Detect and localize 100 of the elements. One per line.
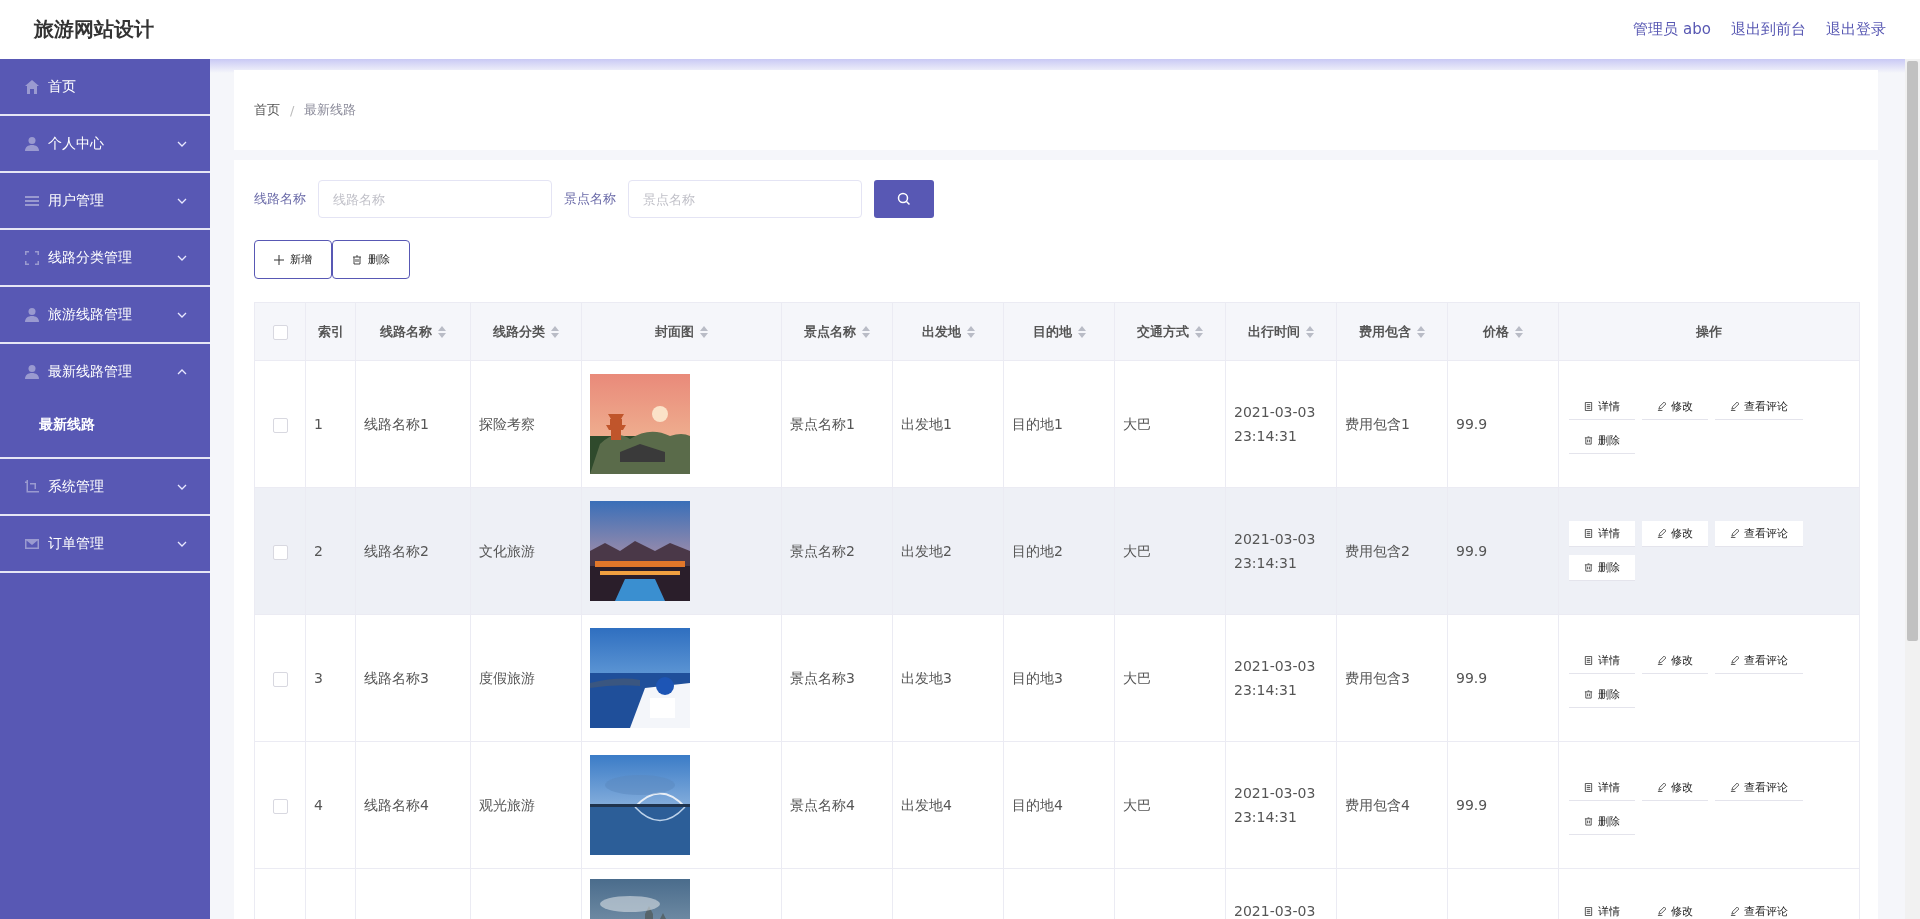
pencil-icon [1730, 402, 1739, 411]
column-header: 出发地 [921, 322, 961, 341]
sort-icon[interactable] [1417, 325, 1425, 338]
pencil-icon [1657, 656, 1666, 665]
table-cell: 探险考察 [479, 416, 535, 432]
search-button[interactable] [874, 180, 934, 218]
table-cell: 出发地4 [901, 797, 952, 813]
table-cell: 99.9 [1456, 416, 1488, 432]
table-cell: 观光旅游 [479, 797, 535, 813]
document-icon [1584, 402, 1593, 411]
document-icon [1584, 783, 1593, 792]
pencil-icon [1657, 783, 1666, 792]
table-cell: 目的地2 [1012, 543, 1063, 559]
sidebar-item[interactable]: 首页 [0, 59, 210, 114]
table-cell: 2021-03-03 23:14:31 [1234, 658, 1316, 698]
search-icon [897, 192, 911, 206]
table-cell: 99.9 [1456, 797, 1488, 813]
column-header: 索引 [317, 322, 344, 341]
table-cell: 2021-03-03 23:14:31 [1234, 404, 1316, 444]
column-header: 费用包含 [1359, 322, 1411, 341]
pencil-icon [1657, 907, 1666, 916]
checkbox[interactable] [272, 798, 288, 814]
pencil-icon [1730, 907, 1739, 916]
trash-icon [1584, 817, 1593, 826]
breadcrumb-link[interactable]: 最新线路 [304, 101, 357, 119]
column-header: 交通方式 [1137, 322, 1189, 341]
sidebar-item[interactable]: 系统管理 [0, 459, 210, 514]
sort-icon[interactable] [700, 325, 708, 338]
checkbox[interactable] [272, 671, 288, 687]
frame-icon [24, 249, 40, 266]
breadcrumb-link[interactable]: 首页 [254, 101, 280, 119]
column-header: 价格 [1483, 322, 1509, 341]
table-cell: 费用包含4 [1345, 797, 1410, 813]
sort-icon[interactable] [1515, 325, 1523, 338]
trash-icon [1584, 563, 1593, 572]
table-cell: 2 [314, 543, 323, 559]
pencil-icon [1730, 656, 1739, 665]
sort-icon[interactable] [966, 325, 975, 338]
search-field[interactable]: 景点名称 [628, 180, 862, 218]
sort-icon[interactable] [1306, 325, 1314, 338]
header-link[interactable]: 退出到前台 [1731, 20, 1806, 39]
delete-button[interactable]: 删除 [1569, 555, 1635, 581]
table-cell: 出发地2 [901, 543, 952, 559]
table-cell: 线路名称4 [364, 797, 429, 813]
sort-icon[interactable] [551, 325, 559, 338]
sort-icon[interactable] [1195, 325, 1203, 338]
table-cell: 出发地1 [901, 416, 952, 432]
table-cell: 99.9 [1456, 670, 1488, 686]
table-cell: 费用包含2 [1345, 543, 1410, 559]
edit-button[interactable]: 查看评论 [1715, 521, 1803, 547]
sort-icon[interactable] [1077, 325, 1086, 338]
sidebar-item[interactable]: 用户管理 [0, 173, 210, 228]
table-cell: 出发地3 [901, 670, 952, 686]
pencil-icon [1730, 783, 1739, 792]
search-field[interactable]: 线路名称 [318, 180, 552, 218]
header-link[interactable]: 管理员 abo [1633, 20, 1711, 39]
plus-icon [274, 254, 284, 265]
delete-button[interactable]: 删除 [332, 240, 410, 279]
edit-button[interactable]: 修改 [1642, 521, 1708, 547]
table-cell: 1 [314, 416, 323, 432]
add-button[interactable]: 新增 [254, 240, 332, 279]
table-cell: 目的地1 [1012, 416, 1063, 432]
document-icon [1584, 907, 1593, 916]
table-cell: 大巴 [1123, 670, 1151, 686]
scrollbar[interactable] [1905, 59, 1920, 919]
checkbox[interactable] [272, 417, 288, 433]
table-cell: 大巴 [1123, 416, 1151, 432]
trash-icon [1584, 436, 1593, 445]
checkbox[interactable] [272, 544, 288, 560]
sidebar-subitem[interactable]: 最新线路 [0, 401, 210, 457]
sidebar-item[interactable]: 最新线路管理 [0, 344, 210, 401]
sidebar-item[interactable]: 旅游线路管理 [0, 287, 210, 342]
column-header: 出行时间 [1248, 322, 1300, 341]
table-cell: 景点名称2 [790, 543, 855, 559]
header-link[interactable]: 退出登录 [1826, 20, 1886, 39]
table-cell: 目的地4 [1012, 797, 1063, 813]
sort-icon[interactable] [862, 325, 870, 338]
trash-icon [352, 254, 362, 265]
sidebar-item[interactable]: 个人中心 [0, 116, 210, 171]
details-button[interactable]: 详情 [1569, 521, 1635, 547]
sidebar-item[interactable]: 线路分类管理 [0, 230, 210, 285]
table-cell: 线路名称1 [364, 416, 429, 432]
column-header: 景点名称 [804, 322, 856, 341]
document-icon [1584, 529, 1593, 538]
table-cell: 景点名称1 [790, 416, 855, 432]
table-cell: 景点名称4 [790, 797, 855, 813]
person-icon [24, 363, 40, 380]
document-icon [1584, 656, 1593, 665]
table-cell: 线路名称3 [364, 670, 429, 686]
table-cell: 2021-03-03 [1234, 903, 1316, 919]
column-header: 线路名称 [380, 322, 432, 341]
checkbox[interactable] [272, 324, 288, 340]
table-cell: 3 [314, 670, 323, 686]
home-icon [24, 78, 40, 95]
table-cell: 4 [314, 797, 323, 813]
sort-icon[interactable] [438, 325, 446, 338]
trash-icon [1584, 690, 1593, 699]
sidebar-item[interactable]: 订单管理 [0, 516, 210, 571]
table-cell: 大巴 [1123, 797, 1151, 813]
table-cell: 费用包含3 [1345, 670, 1410, 686]
